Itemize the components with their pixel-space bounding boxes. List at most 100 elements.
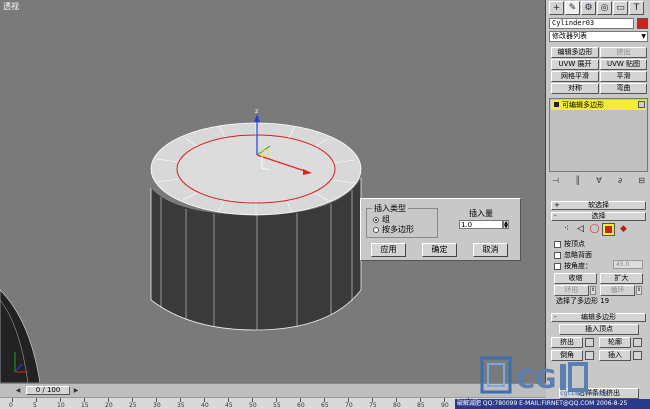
object-name-input[interactable]: Cylinder03 (549, 18, 634, 29)
ruler-tick-label: 90 (441, 402, 449, 409)
ruler-tick-label: 60 (297, 402, 305, 409)
ruler-tick-label: 40 (201, 402, 209, 409)
rollout-expand-icon: + (554, 201, 560, 209)
display-tab[interactable]: ▭ (613, 1, 628, 15)
modify-tab[interactable]: ✎ (565, 1, 580, 15)
angle-input[interactable]: 45.0 (613, 260, 643, 269)
ruler-tick-label: 25 (129, 402, 137, 409)
time-slider[interactable]: 0 / 100 (26, 386, 70, 395)
pin-stack-icon[interactable]: ⊣ (552, 176, 559, 188)
by-vertex-checkbox[interactable] (554, 240, 561, 248)
motion-tab[interactable]: ◎ (597, 1, 612, 15)
extrude-settings-button[interactable] (585, 338, 594, 347)
inset-type-title: 插入类型 (372, 203, 408, 214)
stack-item-label: 可编辑多边形 (562, 101, 604, 109)
ruler-tick-label: 50 (249, 402, 257, 409)
stack-item-editable-poly[interactable]: 可编辑多边形 (551, 100, 646, 110)
stack-toolbar: ⊣ ║ ∀ ∂ ⊟ (549, 176, 648, 188)
edit-poly-button[interactable]: 编辑多边形 (551, 47, 599, 58)
soft-selection-title: 软选择 (588, 201, 609, 209)
ignore-backfacing-checkbox-row[interactable]: 忽略背面 (554, 250, 592, 260)
modifier-list-dropdown[interactable]: 修改器列表 ▼ (549, 31, 648, 42)
by-angle-checkbox-row[interactable]: 按角度： (554, 261, 592, 271)
by-angle-checkbox[interactable] (554, 262, 561, 270)
perspective-viewport[interactable]: z 透视 插入类型 组 按多边形 插入量 1.0 ▲ ▼ 应用 确定 取消 (0, 0, 546, 383)
loop-button[interactable]: 循环 (600, 285, 635, 296)
uvw-map-button[interactable]: UVW 贴图 (600, 59, 647, 70)
symmetry-button[interactable]: 对称 (551, 83, 599, 94)
ruler-tick-label: 10 (57, 402, 65, 409)
ring-button[interactable]: 环形 (554, 285, 589, 296)
ruler-tick-label: 55 (273, 402, 281, 409)
selected-inset-ring (176, 134, 336, 204)
radio-by-polygon-label: 按多边形 (382, 225, 414, 234)
shrink-button[interactable]: 收缩 (554, 273, 597, 284)
ruler-tick-label: 15 (81, 402, 89, 409)
grow-button[interactable]: 扩大 (600, 273, 643, 284)
stack-item-toggle[interactable] (638, 101, 645, 108)
ruler-tick-label: 80 (393, 402, 401, 409)
slider-prev-icon[interactable]: ◀ (14, 387, 22, 395)
utilities-tab[interactable]: T (629, 1, 644, 15)
rollout-collapse-icon: - (554, 212, 557, 220)
ruler-tick-label: 20 (105, 402, 113, 409)
ruler-tick-label: 5 (33, 402, 37, 409)
ruler-tick-label: 30 (153, 402, 161, 409)
ruler-tick-label: 35 (177, 402, 185, 409)
loop-spinner[interactable]: ⇕ (636, 286, 642, 295)
radio-by-polygon-option[interactable]: 按多边形 (373, 224, 414, 235)
border-mode-icon[interactable]: ◯ (588, 223, 601, 236)
inset-amount-spinner[interactable]: ▲ ▼ (503, 220, 509, 230)
hierarchy-tab[interactable]: ⚙ (581, 1, 596, 15)
logo-text: CG (516, 365, 556, 395)
bend-button[interactable]: 弯曲 (600, 83, 647, 94)
ring-spinner[interactable]: ⇕ (590, 286, 596, 295)
edit-polygons-title: 编辑多边形 (581, 313, 616, 321)
object-color-swatch[interactable] (637, 18, 648, 29)
site-url: cgtime.com.cn (560, 390, 607, 397)
apply-button[interactable]: 应用 (371, 243, 406, 257)
ok-button[interactable]: 确定 (422, 243, 457, 257)
slider-next-icon[interactable]: ▶ (72, 387, 80, 395)
rollout-collapse-icon: - (554, 313, 557, 321)
extrude-poly-button[interactable]: 挤出 (551, 337, 583, 348)
inset-settings-button[interactable] (633, 351, 642, 360)
radio-group-dot[interactable] (373, 216, 379, 223)
radio-by-polygon-dot[interactable] (373, 226, 379, 233)
configure-sets-icon[interactable]: ⊟ (638, 176, 645, 188)
ignore-backfacing-checkbox[interactable] (554, 251, 561, 259)
inset-amount-input[interactable]: 1.0 (459, 220, 503, 229)
inset-settings-dialog: 插入类型 组 按多边形 插入量 1.0 ▲ ▼ 应用 确定 取消 (360, 198, 521, 261)
uvw-unwrap-button[interactable]: UVW 展开 (551, 59, 599, 70)
make-unique-icon[interactable]: ∀ (596, 176, 601, 188)
extrude-button[interactable]: 挤出 (600, 47, 647, 58)
edge-mode-icon[interactable]: ◁ (574, 223, 587, 236)
inset-amount-label: 插入量 (469, 209, 493, 218)
selection-rollout[interactable]: - 选择 (551, 212, 646, 221)
expand-icon[interactable] (554, 102, 559, 107)
soft-selection-rollout[interactable]: + 软选择 (551, 201, 646, 210)
viewport-label[interactable]: 透视 (3, 1, 19, 12)
polygon-mode-icon[interactable] (602, 223, 615, 236)
by-vertex-checkbox-row[interactable]: 按顶点 (554, 239, 585, 249)
show-end-result-icon[interactable]: ║ (575, 176, 580, 188)
cancel-button[interactable]: 取消 (473, 243, 508, 257)
command-tabs: + ✎ ⚙ ◎ ▭ T (547, 0, 650, 16)
chevron-down-icon: ▼ (641, 33, 646, 40)
insert-vertex-button[interactable]: 插入顶点 (559, 324, 639, 335)
outline-button[interactable]: 轮廓 (599, 337, 631, 348)
partial-object-mesh (0, 289, 41, 383)
smooth-button[interactable]: 平滑 (600, 71, 647, 82)
selection-title: 选择 (591, 212, 606, 220)
remove-modifier-icon[interactable]: ∂ (618, 176, 622, 188)
outline-settings-button[interactable] (633, 338, 642, 347)
ruler-tick-label: 85 (417, 402, 425, 409)
vertex-mode-icon[interactable]: ⁖ (560, 223, 573, 236)
create-tab[interactable]: + (549, 1, 564, 15)
ruler-tick-label: 65 (321, 402, 329, 409)
meshsmooth-button[interactable]: 网格平滑 (551, 71, 599, 82)
command-panel: + ✎ ⚙ ◎ ▭ T Cylinder03 修改器列表 ▼ 编辑多边形 挤出 … (547, 0, 650, 409)
element-mode-icon[interactable]: ◆ (617, 223, 630, 236)
status-bar: 破解减肥 QQ:780099 E-MAIL:FIRNET@QQ.COM 2006… (455, 399, 650, 409)
edit-polygons-rollout[interactable]: - 编辑多边形 (551, 313, 646, 322)
